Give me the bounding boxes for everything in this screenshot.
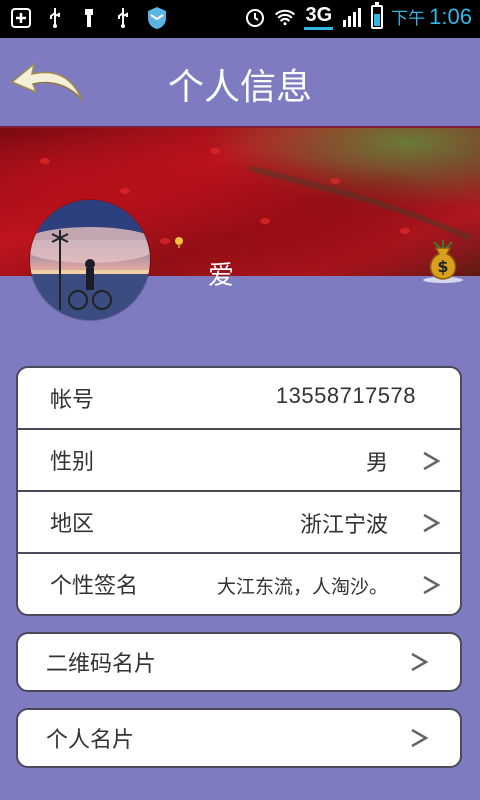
info-row-gender[interactable]: 性别 男	[18, 430, 460, 492]
chevron-right-icon	[423, 513, 441, 533]
wallet-button[interactable]: $	[420, 238, 466, 284]
info-row-signature[interactable]: 个性签名 大江东流，人淘沙。	[18, 554, 460, 614]
usb-icon	[44, 6, 66, 30]
battery-icon	[371, 2, 384, 29]
add-notification-icon	[10, 6, 32, 30]
gender-label: 性别	[50, 450, 95, 475]
qr-card-row[interactable]: 二维码名片	[18, 634, 460, 690]
gender-small-icon	[175, 237, 183, 248]
chevron-right-icon	[411, 728, 429, 748]
personal-card-button[interactable]: 个人名片	[16, 708, 462, 768]
chevron-right-icon	[423, 575, 441, 595]
title-bar: 个人信息	[0, 38, 480, 126]
info-list: 帐号 13558717578 性别 男 地区 浙江宁波 个性签名 大江东流，人淘…	[16, 366, 462, 616]
clock-time: 1:06	[429, 4, 472, 29]
personal-card-label: 个人名片	[46, 728, 135, 753]
status-bar: 3G 下午 1:06	[0, 0, 480, 38]
region-value: 浙江宁波	[299, 513, 388, 538]
svg-text:$: $	[437, 257, 448, 276]
signature-value: 大江东流，人淘沙。	[216, 576, 388, 598]
signal-icon	[341, 5, 363, 29]
avatar[interactable]	[30, 200, 150, 320]
info-row-account[interactable]: 帐号 13558717578	[18, 368, 460, 430]
chevron-right-icon	[423, 451, 441, 471]
notification-icons	[10, 6, 168, 30]
clock: 下午 1:06	[391, 4, 472, 30]
money-bag-icon: $	[423, 240, 463, 283]
personal-card-row[interactable]: 个人名片	[18, 710, 460, 766]
alarm-icon	[244, 5, 266, 29]
page-title: 个人信息	[167, 67, 312, 108]
gender-value: 男	[365, 451, 388, 476]
qr-card-label: 二维码名片	[46, 652, 157, 677]
info-row-region[interactable]: 地区 浙江宁波	[18, 492, 460, 554]
battery-level	[374, 14, 381, 26]
region-label: 地区	[50, 512, 95, 537]
network-type: 3G	[304, 4, 334, 30]
status-indicators: 3G 下午 1:06	[244, 2, 472, 30]
nickname: 爱	[208, 261, 235, 291]
shield-icon	[146, 6, 168, 30]
wifi-icon	[274, 5, 296, 29]
account-label: 帐号	[50, 388, 95, 413]
account-value: 13558717578	[275, 383, 416, 408]
signature-label: 个性签名	[50, 574, 139, 599]
usb-debug-icon	[78, 6, 100, 30]
usb-icon-2	[112, 6, 134, 30]
clock-period: 下午	[391, 9, 426, 28]
qr-card-button[interactable]: 二维码名片	[16, 632, 462, 692]
avatar-image	[30, 200, 150, 320]
chevron-right-icon	[411, 652, 429, 672]
